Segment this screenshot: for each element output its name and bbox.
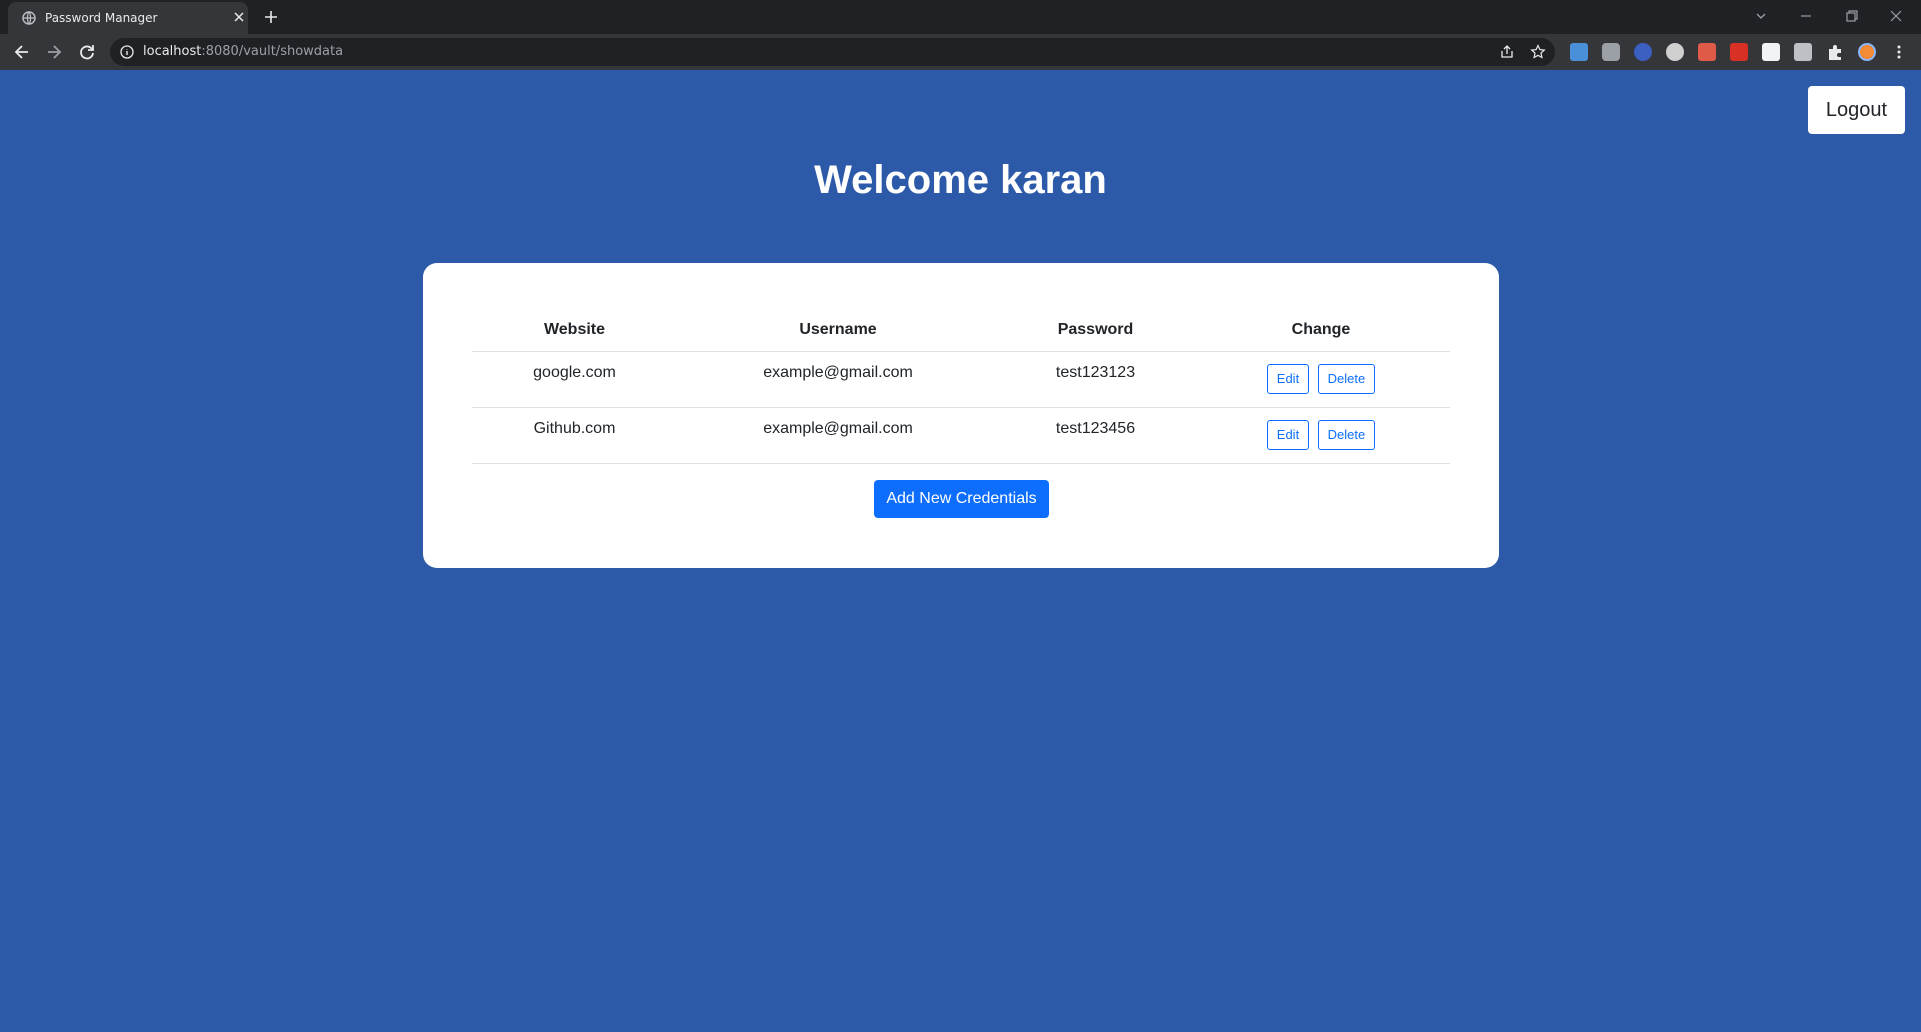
add-new-credentials-button[interactable]: Add New Credentials <box>874 480 1049 518</box>
extension-6-icon[interactable] <box>1730 43 1748 61</box>
tab-password-manager[interactable]: Password Manager <box>8 2 248 34</box>
close-tab-icon[interactable] <box>232 10 246 24</box>
extensions-puzzle-icon[interactable] <box>1826 43 1844 61</box>
tab-search-icon[interactable] <box>1749 6 1773 26</box>
table-row: Github.com example@gmail.com test123456 … <box>472 407 1450 464</box>
edit-button[interactable]: Edit <box>1266 419 1310 450</box>
cell-website: google.com <box>472 351 677 408</box>
welcome-heading: Welcome karan <box>814 158 1107 202</box>
profile-avatar[interactable] <box>1858 43 1876 61</box>
extension-3-icon[interactable] <box>1634 43 1652 61</box>
share-icon[interactable] <box>1499 44 1515 60</box>
delete-button[interactable]: Delete <box>1317 419 1376 450</box>
url-text: localhost:8080/vault/showdata <box>143 44 343 59</box>
logout-button[interactable]: Logout <box>1808 86 1905 134</box>
camera-extension-icon[interactable] <box>1602 43 1620 61</box>
cell-username: example@gmail.com <box>677 351 999 408</box>
cell-actions: Edit Delete <box>1192 407 1450 464</box>
browser-chrome: Password Manager localhost:8080/vault/sh… <box>0 0 1921 70</box>
cell-password: test123456 <box>999 407 1192 464</box>
delete-button[interactable]: Delete <box>1317 363 1376 394</box>
forward-arrow-icon[interactable] <box>44 42 64 62</box>
header-password: Password <box>999 309 1192 352</box>
reload-icon[interactable] <box>77 42 97 62</box>
window-close-icon[interactable] <box>1884 6 1908 26</box>
cell-website: Github.com <box>472 407 677 464</box>
tab-title: Password Manager <box>45 11 158 25</box>
cell-username: example@gmail.com <box>677 407 999 464</box>
extension-7-icon[interactable] <box>1762 43 1780 61</box>
url-host: localhost <box>143 44 202 59</box>
back-arrow-icon[interactable] <box>12 42 32 62</box>
extension-8-icon[interactable] <box>1794 43 1812 61</box>
bookmark-star-icon[interactable] <box>1530 44 1546 60</box>
extension-1-icon[interactable] <box>1570 43 1588 61</box>
cell-password: test123123 <box>999 351 1192 408</box>
globe-icon <box>22 11 36 25</box>
credentials-table: Website Username Password Change google.… <box>472 309 1450 464</box>
menu-kebab-icon[interactable] <box>1890 43 1908 61</box>
edit-button[interactable]: Edit <box>1266 363 1310 394</box>
header-username: Username <box>677 309 999 352</box>
header-website: Website <box>472 309 677 352</box>
table-row: google.com example@gmail.com test123123 … <box>472 351 1450 408</box>
extension-5-icon[interactable] <box>1698 43 1716 61</box>
url-path: :8080/vault/showdata <box>201 44 344 59</box>
address-bar[interactable]: localhost:8080/vault/showdata <box>110 38 1555 66</box>
table-header-row: Website Username Password Change <box>472 309 1450 352</box>
minimize-icon[interactable] <box>1794 6 1818 26</box>
credentials-card: Website Username Password Change google.… <box>423 263 1499 568</box>
site-info-icon[interactable] <box>120 45 134 59</box>
header-change: Change <box>1192 309 1450 352</box>
tab-strip: Password Manager <box>0 0 1921 34</box>
new-tab-icon[interactable] <box>262 8 280 26</box>
browser-toolbar: localhost:8080/vault/showdata <box>0 34 1921 70</box>
restore-icon[interactable] <box>1839 6 1863 26</box>
cell-actions: Edit Delete <box>1192 351 1450 408</box>
extension-4-icon[interactable] <box>1666 43 1684 61</box>
